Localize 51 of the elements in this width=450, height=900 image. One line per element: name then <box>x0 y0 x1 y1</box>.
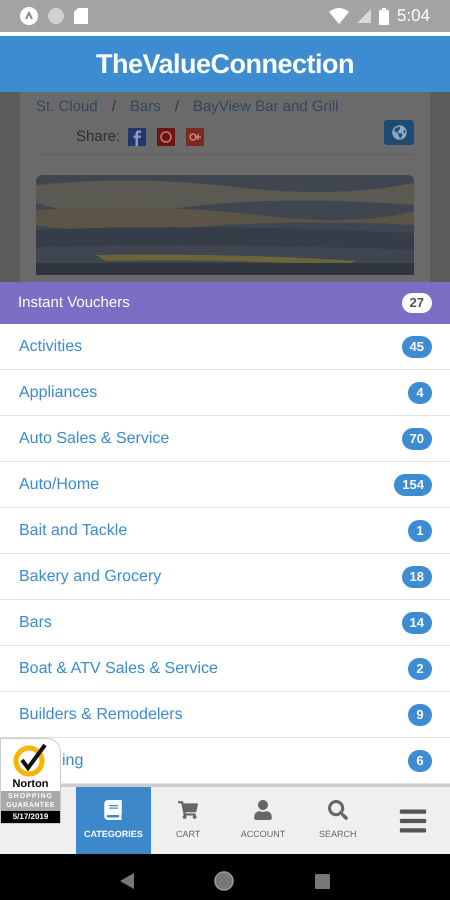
circle-icon <box>48 8 64 24</box>
cart-icon <box>178 800 198 820</box>
category-item[interactable]: Auto/Home 154 <box>0 462 450 508</box>
featured-row[interactable]: Instant Vouchers 27 <box>0 282 450 324</box>
recents-icon[interactable] <box>314 874 330 888</box>
share-label: Share: <box>76 126 120 147</box>
nav-tab[interactable]: ACCOUNT <box>226 787 300 854</box>
sd-card-icon <box>74 8 88 24</box>
wifi-icon <box>328 8 349 24</box>
search-icon <box>328 800 348 820</box>
person-icon <box>252 800 273 820</box>
count-pill: 18 <box>402 566 432 588</box>
category-item[interactable]: Appliances 4 <box>0 370 450 416</box>
breadcrumb-separator: / <box>174 97 179 117</box>
count-pill: 2 <box>408 658 432 680</box>
count-pill: 154 <box>394 474 432 496</box>
battery-icon <box>378 8 389 24</box>
signal-icon <box>356 9 371 23</box>
category-item[interactable]: Boat & ATV Sales & Service 2 <box>0 646 450 692</box>
nav-tab[interactable]: CATEGORIES <box>76 787 151 854</box>
category-item[interactable]: Bars 14 <box>0 600 450 646</box>
pinterest-icon[interactable] <box>157 128 176 146</box>
clock: 5:04 <box>396 5 430 28</box>
norton-brand: Norton <box>12 779 49 790</box>
check-icon <box>12 743 48 777</box>
globe-button[interactable] <box>384 120 414 144</box>
count-pill: 9 <box>408 704 432 726</box>
back-icon[interactable] <box>120 873 134 889</box>
count-pill: 14 <box>402 612 432 634</box>
app-title: TheValueConnection <box>96 48 354 81</box>
globe-icon <box>392 124 406 140</box>
facebook-icon[interactable] <box>128 128 146 146</box>
book-icon <box>103 800 124 820</box>
category-item[interactable]: Bakery and Grocery 18 <box>0 554 450 600</box>
count-pill: 6 <box>408 750 432 772</box>
badge-date: 5/17/2019 <box>12 811 48 823</box>
breadcrumb-separator: / <box>112 97 116 117</box>
category-item[interactable]: Bait and Tackle 1 <box>0 508 450 554</box>
count-pill: 45 <box>402 336 432 358</box>
google-plus-icon[interactable] <box>186 128 204 146</box>
count-pill: 27 <box>402 293 432 313</box>
nav-tab[interactable]: SEARCH <box>300 787 376 854</box>
category-item[interactable]: Activities 45 <box>0 324 450 370</box>
category-item[interactable]: Auto Sales & Service 70 <box>0 416 450 462</box>
category-item[interactable]: Builders & Remodelers 9 <box>0 692 450 738</box>
nav-tab[interactable]: CART <box>150 787 226 854</box>
app-icon <box>20 7 38 25</box>
count-pill: 4 <box>408 382 432 404</box>
home-icon[interactable] <box>214 871 234 891</box>
count-pill: 1 <box>408 520 432 542</box>
count-pill: 70 <box>402 428 432 450</box>
